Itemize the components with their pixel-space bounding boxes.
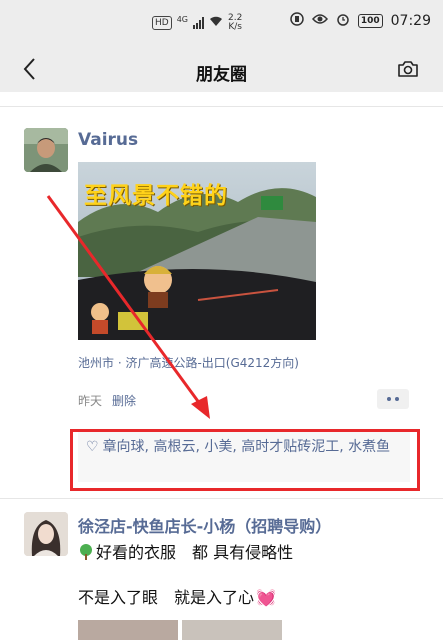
wifi-icon <box>209 16 223 30</box>
location-link[interactable]: 池州市 · 济广高速公路-出口(G4212方向) <box>78 354 299 371</box>
hd-badge: HD <box>152 16 172 30</box>
moments-feed[interactable]: Vairus 至风景不错的 池州市 · 济广高速公路-出口(G4212方向) 昨… <box>0 92 443 640</box>
network-type: 4G <box>176 14 188 24</box>
dot-icon <box>395 397 399 401</box>
alarm-icon <box>336 12 350 30</box>
delete-link[interactable]: 删除 <box>112 392 136 409</box>
vibrate-icon <box>290 12 304 30</box>
page-title: 朋友圈 <box>196 65 247 85</box>
post-text: 好看的衣服 都 具有侵略性 <box>78 539 293 563</box>
post-photo[interactable] <box>78 620 178 640</box>
eye-icon <box>311 13 328 29</box>
tree-icon <box>78 544 94 560</box>
post-text-line: 好看的衣服 都 具有侵略性 <box>96 543 294 562</box>
heart-icon: 💓 <box>256 588 276 607</box>
status-right: 100 07:29 <box>290 12 431 30</box>
post-author[interactable]: 徐泾店-快鱼店长-小杨（招聘导购） <box>78 513 331 537</box>
post-photo[interactable]: 至风景不错的 <box>78 162 316 340</box>
more-options-button[interactable] <box>377 389 409 409</box>
post-text: 不是入了眼 就是入了心 💓 <box>78 584 276 608</box>
photo-caption: 至风景不错的 <box>84 183 228 209</box>
status-bar: HD 4G 2.2 K/s 100 07:29 <box>0 0 443 48</box>
dot-icon <box>387 397 391 401</box>
divider <box>0 498 443 499</box>
clock: 07:29 <box>390 13 431 29</box>
status-left: HD 4G 2.2 K/s <box>152 14 242 32</box>
signal-icon <box>193 17 204 29</box>
post-author[interactable]: Vairus <box>78 130 138 150</box>
highlight-box <box>70 429 420 491</box>
post-time: 昨天 <box>78 394 103 408</box>
avatar[interactable] <box>24 128 68 172</box>
network-speed: 2.2 K/s <box>228 14 242 32</box>
speed-unit: K/s <box>228 22 242 32</box>
post-text-line: 不是入了眼 就是入了心 <box>78 588 255 607</box>
camera-icon[interactable] <box>397 60 419 78</box>
avatar[interactable] <box>24 512 68 556</box>
nav-bar: 朋友圈 <box>0 48 443 92</box>
battery-icon: 100 <box>357 14 383 28</box>
divider <box>0 106 443 107</box>
post-photo[interactable] <box>182 620 282 640</box>
